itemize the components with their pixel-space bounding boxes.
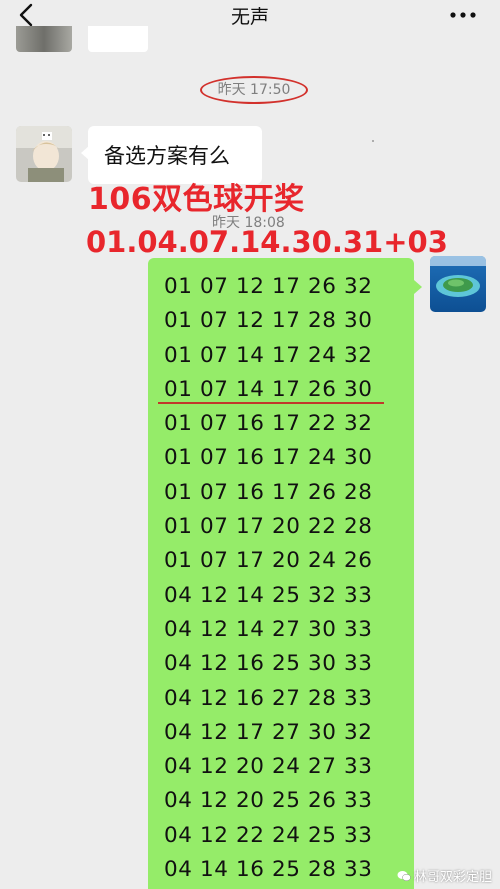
contact-avatar[interactable] [16,126,72,182]
island-photo-icon [430,256,486,312]
previous-message-bubble[interactable] [88,26,148,52]
ellipsis-icon[interactable] [450,12,476,18]
number-row: 01 07 16 17 26 28 [164,479,373,505]
decorative-dot [372,140,374,142]
number-row: 01 07 16 17 24 30 [164,445,373,471]
wechat-icon [397,871,411,882]
number-row: 01 07 17 20 24 26 [164,548,373,574]
previous-avatar[interactable] [16,26,72,52]
nav-bar: 无声 [0,0,500,32]
number-row: 04 12 22 24 25 33 [164,822,373,848]
incoming-message-text: 备选方案有么 [104,144,230,168]
number-row: 04 12 16 27 28 33 [164,685,373,711]
number-row: 01 07 14 17 24 32 [164,342,373,368]
my-avatar[interactable] [430,256,486,312]
number-row: 04 14 16 25 28 33 [164,857,373,883]
outgoing-message-bubble[interactable]: 01 07 12 17 26 32 01 07 12 17 28 30 01 07 … [148,258,422,889]
number-row: 04 12 14 27 30 33 [164,616,373,642]
watermark-text: 林哥双彩定胆 [413,870,492,885]
number-row: 01 07 16 17 22 32 [164,411,373,437]
timestamp-first: 昨天 17:50 [217,82,291,98]
number-row: 04 12 20 25 26 33 [164,788,373,814]
number-row: 04 12 14 25 32 33 [164,582,373,608]
number-row: 04 12 16 25 30 33 [164,651,373,677]
number-row: 01 07 12 17 26 32 [164,274,373,299]
number-list: 01 07 12 17 26 32 01 07 12 17 28 30 01 07 … [148,270,414,887]
anime-portrait-icon [16,126,72,182]
watermark: 林哥双彩定胆 [397,866,492,885]
lottery-draw-numbers: 01.04.07.14.30.31+03 [86,225,448,259]
number-row: 04 12 17 27 30 32 [164,719,373,745]
red-underline-mark [158,402,384,404]
number-row: 01 07 17 20 22 28 [164,514,373,540]
chat-title: 无声 [230,6,269,28]
number-row: 04 12 20 24 27 33 [164,754,373,780]
number-row: 01 07 12 17 28 30 [164,308,373,334]
